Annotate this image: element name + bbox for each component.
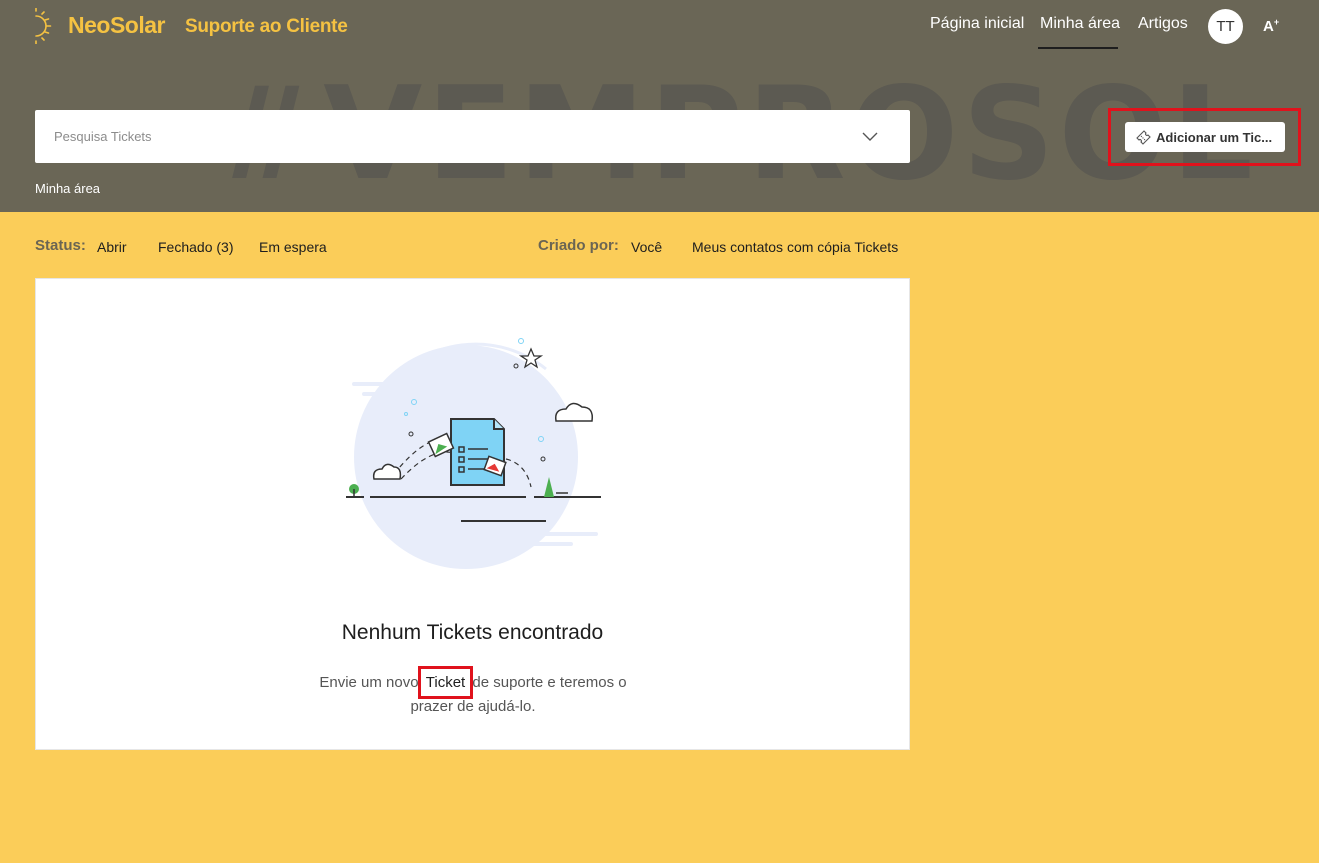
empty-state-description: Envie um novo Ticket de suporte e teremo… [298, 666, 648, 719]
new-ticket-link[interactable]: Ticket [417, 666, 474, 699]
brand-name[interactable]: NeoSolar [68, 12, 165, 39]
brand-subtitle[interactable]: Suporte ao Cliente [185, 16, 348, 38]
status-filter-closed[interactable]: Fechado (3) [158, 239, 233, 255]
status-filter-open[interactable]: Abrir [97, 239, 127, 255]
status-filter-on-hold[interactable]: Em espera [259, 239, 327, 255]
nav-my-area-link[interactable]: Minha área [1040, 15, 1120, 33]
created-by-filter-cc-contacts[interactable]: Meus contatos com cópia Tickets [692, 239, 898, 255]
search-input[interactable] [35, 110, 855, 163]
breadcrumb[interactable]: Minha área [35, 181, 100, 196]
ticket-icon [1136, 130, 1151, 145]
hero-banner: #VEMPROSOL NeoSolar Suporte ao Cliente P… [0, 0, 1319, 212]
nav-articles-link[interactable]: Artigos [1138, 15, 1188, 33]
empty-desc-text-before: Envie um novo [319, 674, 423, 691]
created-by-filter-label: Criado por: [538, 237, 619, 254]
nav-active-indicator [1038, 47, 1118, 49]
status-filter-label: Status: [35, 237, 86, 254]
nav-home-link[interactable]: Página inicial [930, 15, 1024, 33]
chevron-down-icon[interactable] [861, 128, 879, 146]
tickets-list-card: Nenhum Tickets encontrado Envie um novo … [35, 278, 910, 750]
font-size-icon[interactable]: A+ [1263, 17, 1279, 35]
search-box [35, 110, 910, 163]
add-ticket-label: Adicionar um Tic... [1156, 129, 1273, 145]
add-ticket-button[interactable]: Adicionar um Tic... [1125, 122, 1285, 152]
empty-tickets-illustration [346, 338, 601, 569]
sun-logo-icon [35, 8, 52, 44]
empty-state-title: Nenhum Tickets encontrado [341, 621, 604, 644]
created-by-filter-you[interactable]: Você [631, 239, 662, 255]
user-avatar[interactable]: TT [1208, 9, 1243, 44]
